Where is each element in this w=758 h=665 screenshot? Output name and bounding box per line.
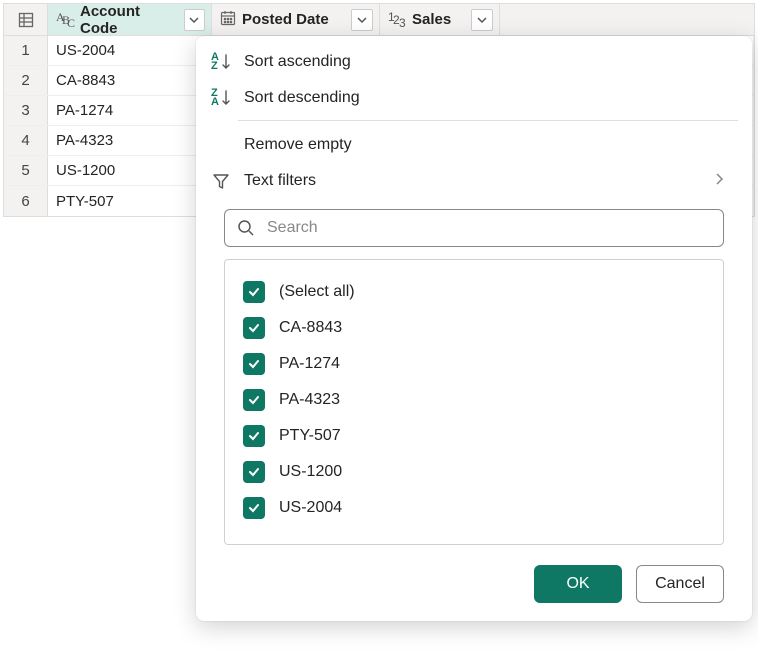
search-input[interactable]: [265, 218, 711, 238]
chevron-down-icon: [477, 15, 487, 25]
sort-desc-icon: ZA: [210, 89, 232, 107]
column-header-account-code[interactable]: A B C Account Code: [48, 4, 212, 35]
checkbox-checked-icon[interactable]: [243, 497, 265, 519]
chevron-down-icon: [189, 15, 199, 25]
filter-value[interactable]: PTY-507: [243, 418, 705, 454]
search-box[interactable]: [224, 209, 724, 247]
checkbox-checked-icon[interactable]: [243, 317, 265, 339]
menu-label: Text filters: [244, 172, 316, 190]
filter-value[interactable]: US-2004: [243, 490, 705, 526]
checkbox-checked-icon[interactable]: [243, 353, 265, 375]
select-all-rows[interactable]: [4, 4, 48, 35]
number-type-icon: 1 2 3: [388, 12, 406, 28]
filter-value[interactable]: PA-4323: [243, 382, 705, 418]
column-filter-account-code[interactable]: [184, 9, 205, 31]
row-number[interactable]: 5: [4, 156, 48, 185]
row-number[interactable]: 3: [4, 96, 48, 125]
column-filter-sales[interactable]: [471, 9, 493, 31]
checkbox-checked-icon[interactable]: [243, 389, 265, 411]
filter-value-label: PA-1274: [279, 355, 340, 373]
filter-value-label: CA-8843: [279, 319, 342, 337]
cancel-button[interactable]: Cancel: [636, 565, 724, 603]
column-name: Posted Date: [242, 11, 329, 28]
menu-label: Sort ascending: [244, 53, 351, 71]
menu-separator: [238, 120, 738, 121]
ok-button[interactable]: OK: [534, 565, 622, 603]
menu-label: Remove empty: [244, 136, 352, 154]
filter-value[interactable]: US-1200: [243, 454, 705, 490]
column-header-sales[interactable]: 1 2 3 Sales: [380, 4, 500, 35]
filter-value-select-all[interactable]: (Select all): [243, 274, 705, 310]
filter-values-list: (Select all) CA-8843 PA-1274 PA-4323 PTY…: [224, 259, 724, 545]
filter-value[interactable]: CA-8843: [243, 310, 705, 346]
row-number[interactable]: 1: [4, 36, 48, 65]
filter-value-label: PA-4323: [279, 391, 340, 409]
grid-header: A B C Account Code Posted Date: [4, 4, 754, 36]
sort-asc-icon: AZ: [210, 53, 232, 71]
filter-value-label: (Select all): [279, 283, 355, 301]
column-name: Account Code: [80, 3, 178, 37]
column-filter-posted-date[interactable]: [351, 9, 373, 31]
column-name: Sales: [412, 11, 451, 28]
sort-descending[interactable]: ZA Sort descending: [196, 80, 752, 116]
filter-value-label: PTY-507: [279, 427, 341, 445]
menu-label: Sort descending: [244, 89, 360, 107]
table-icon: [18, 12, 34, 28]
filter-icon: [210, 172, 232, 190]
row-number[interactable]: 2: [4, 66, 48, 95]
filter-value-label: US-2004: [279, 499, 342, 517]
filter-value-label: US-1200: [279, 463, 342, 481]
date-type-icon: [220, 10, 236, 30]
chevron-right-icon: [714, 172, 724, 190]
sort-ascending[interactable]: AZ Sort ascending: [196, 44, 752, 80]
checkbox-checked-icon[interactable]: [243, 281, 265, 303]
filter-value[interactable]: PA-1274: [243, 346, 705, 382]
panel-buttons: OK Cancel: [196, 545, 752, 603]
text-filters[interactable]: Text filters: [196, 163, 752, 199]
column-header-posted-date[interactable]: Posted Date: [212, 4, 380, 35]
chevron-down-icon: [357, 15, 367, 25]
row-number[interactable]: 4: [4, 126, 48, 155]
column-filter-panel: AZ Sort ascending ZA Sort descending Rem…: [196, 36, 752, 621]
search-icon: [237, 219, 255, 237]
checkbox-checked-icon[interactable]: [243, 425, 265, 447]
remove-empty[interactable]: Remove empty: [196, 127, 752, 163]
row-number[interactable]: 6: [4, 186, 48, 216]
checkbox-checked-icon[interactable]: [243, 461, 265, 483]
text-type-icon: A B C: [56, 12, 74, 28]
